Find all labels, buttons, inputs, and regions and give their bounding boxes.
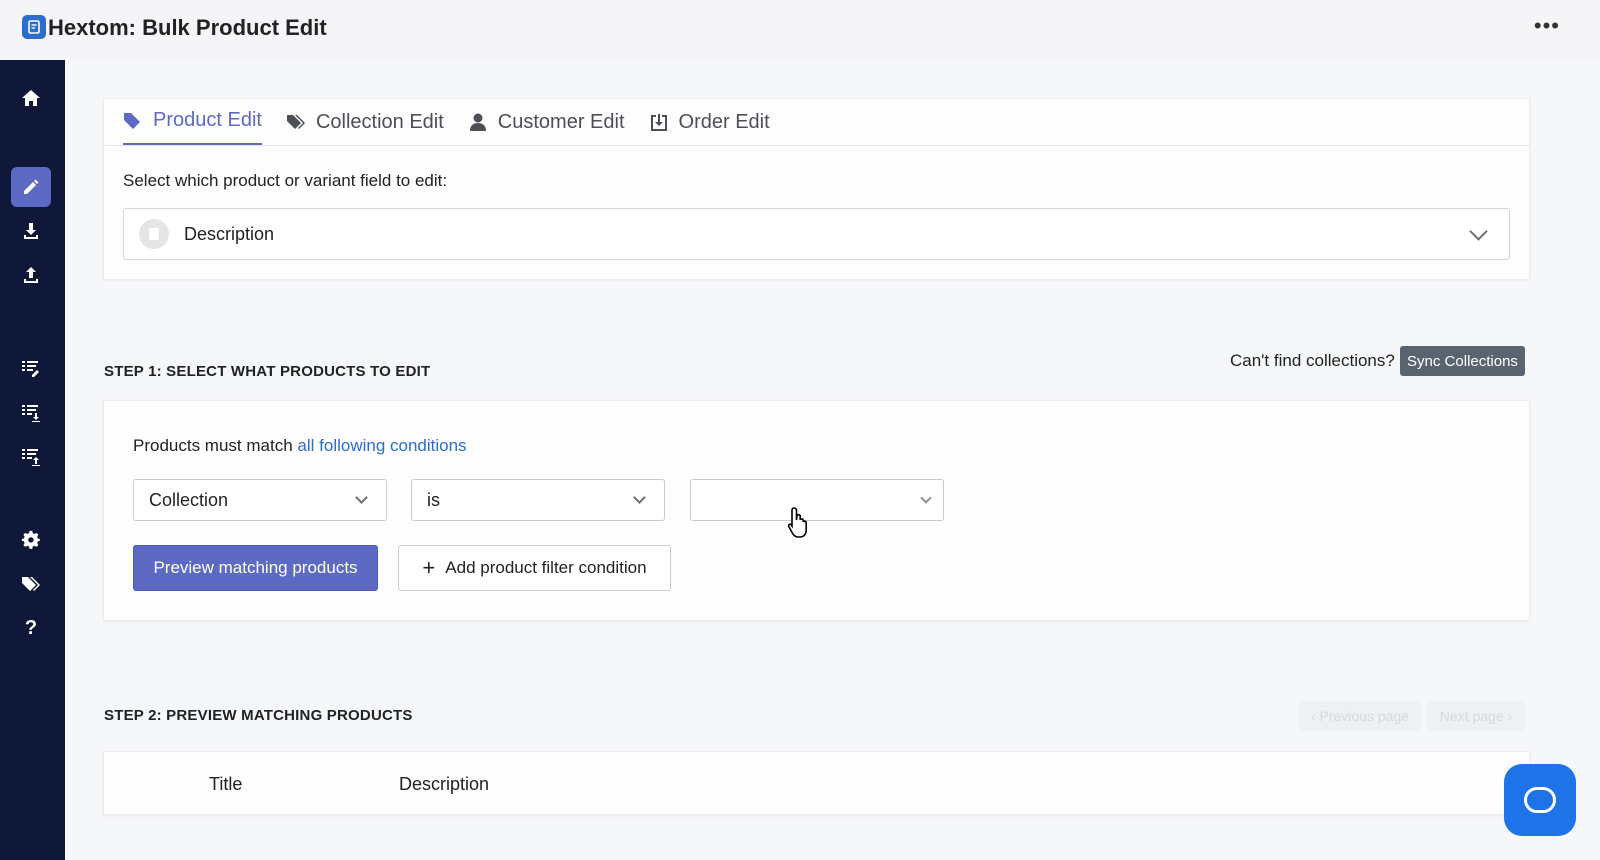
order-download-icon: [650, 114, 667, 131]
chevron-down-icon: [920, 492, 932, 504]
previous-page-button[interactable]: ‹ Previous page: [1299, 701, 1421, 731]
sidebar-tags-icon[interactable]: [11, 564, 51, 604]
field-type-icon: [139, 219, 169, 249]
condition-field-value: Collection: [149, 489, 229, 510]
sidebar-list-upload-icon[interactable]: [11, 437, 51, 477]
plus-icon: +: [422, 555, 436, 580]
sidebar-list-download-icon[interactable]: [11, 393, 51, 433]
tab-collection-edit-label: Collection Edit: [315, 110, 444, 133]
tag-icon: [124, 112, 140, 129]
main-content: Product Edit Collection Edit Customer Ed…: [65, 60, 1600, 860]
field-select-value: Description: [184, 223, 275, 244]
sidebar: ?: [0, 60, 65, 860]
previous-page-label: Previous page: [1319, 708, 1410, 724]
more-horizontal-icon[interactable]: •••: [1534, 14, 1560, 38]
condition-operator-select[interactable]: is: [411, 479, 665, 521]
sidebar-home-icon[interactable]: [11, 78, 51, 118]
add-filter-label: Add product filter condition: [445, 558, 647, 577]
preview-products-button[interactable]: Preview matching products: [133, 545, 378, 591]
chat-bubble-icon[interactable]: [1504, 764, 1576, 836]
sidebar-help-icon[interactable]: ?: [11, 608, 51, 648]
help-icon-label: ?: [24, 616, 38, 639]
app-title: Hextom: Bulk Product Edit: [48, 15, 327, 40]
step2-title: STEP 2: PREVIEW MATCHING PRODUCTS: [104, 707, 413, 724]
step1-title: STEP 1: SELECT WHAT PRODUCTS TO EDIT: [104, 363, 431, 380]
hand-cursor-icon: [787, 507, 807, 538]
column-header-description: Description: [399, 774, 490, 794]
tab-customer-edit[interactable]: Customer Edit: [468, 108, 625, 146]
app-logo-icon: [22, 15, 46, 39]
tab-order-edit[interactable]: Order Edit: [649, 108, 770, 146]
chevron-right-icon: ›: [1503, 708, 1513, 724]
sidebar-gear-icon[interactable]: [11, 520, 51, 560]
sidebar-list-edit-icon[interactable]: [11, 349, 51, 389]
tab-order-edit-label: Order Edit: [678, 110, 770, 133]
sidebar-upload-icon[interactable]: [11, 255, 51, 295]
tab-product-edit[interactable]: Product Edit: [123, 108, 262, 146]
chevron-down-icon: [633, 491, 646, 504]
match-mode-link[interactable]: all following conditions: [297, 436, 466, 455]
next-page-button[interactable]: Next page ›: [1427, 701, 1525, 731]
tab-customer-edit-label: Customer Edit: [497, 110, 625, 133]
condition-operator-value: is: [427, 489, 440, 510]
add-filter-condition-button[interactable]: + Add product filter condition: [398, 545, 671, 591]
sidebar-pencil-icon[interactable]: [11, 167, 51, 207]
sidebar-download-icon[interactable]: [11, 211, 51, 251]
field-select-label: Select which product or variant field to…: [123, 171, 448, 190]
condition-value-select[interactable]: [690, 479, 944, 521]
match-prefix: Products must match: [133, 436, 293, 455]
top-bar: Hextom: Bulk Product Edit •••: [0, 0, 1600, 60]
user-icon: [469, 113, 486, 131]
tab-bar: Product Edit Collection Edit Customer Ed…: [123, 108, 794, 146]
tab-product-edit-label: Product Edit: [153, 109, 262, 131]
match-conditions-text: Products must match all following condit…: [133, 436, 467, 456]
column-header-title: Title: [209, 774, 243, 794]
tags-icon: [286, 115, 305, 129]
next-page-label: Next page: [1439, 708, 1504, 724]
condition-field-select[interactable]: Collection: [133, 479, 387, 521]
tab-divider: [105, 145, 1530, 146]
tab-collection-edit[interactable]: Collection Edit: [286, 108, 444, 146]
sync-collections-button[interactable]: Sync Collections: [1400, 346, 1525, 376]
cant-find-text: Can't find collections?: [1230, 351, 1395, 370]
chevron-left-icon: ‹: [1310, 708, 1320, 724]
preview-table: [103, 751, 1530, 815]
chevron-down-icon: [355, 491, 368, 504]
field-select-dropdown[interactable]: Description: [123, 208, 1510, 260]
chevron-down-icon: [1469, 222, 1488, 241]
